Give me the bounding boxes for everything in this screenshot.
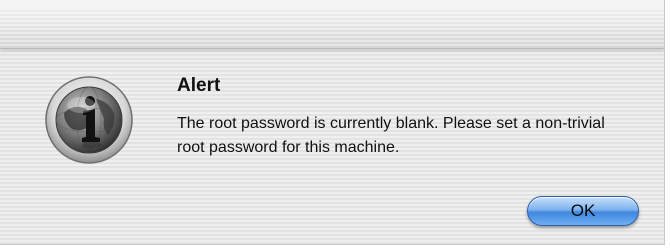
dialog-message: The root password is currently blank. Pl… (177, 115, 605, 156)
dialog-titlebar (0, 0, 664, 49)
info-globe-icon (44, 75, 134, 165)
ok-button-label: OK (570, 201, 596, 220)
dialog-title: Alert (177, 75, 221, 96)
titlebar-top-edge (0, 0, 664, 10)
ok-button[interactable]: OK (527, 196, 639, 226)
alert-dialog: Alert The root password is currently bla… (0, 0, 665, 245)
